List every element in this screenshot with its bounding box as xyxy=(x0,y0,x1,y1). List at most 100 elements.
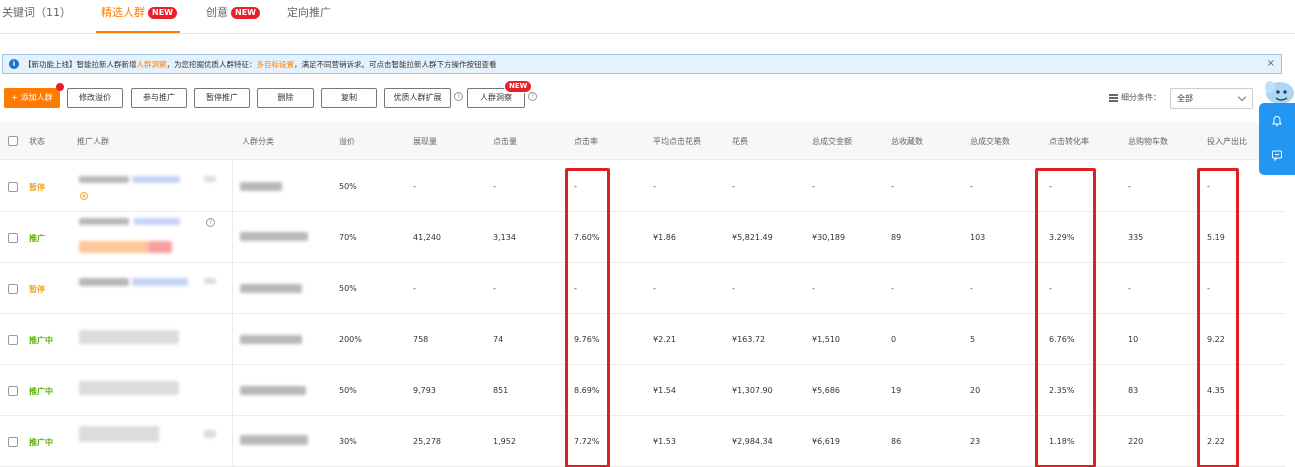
spend-cell: - xyxy=(732,284,735,293)
tab-creative[interactable]: 创意 NEW xyxy=(206,4,260,20)
crowd-name-redacted xyxy=(134,218,180,225)
gmv-cell: - xyxy=(812,182,815,191)
spend-cell: ¥5,821.49 xyxy=(732,233,773,242)
impressions-cell: 9,793 xyxy=(413,386,436,395)
clicks-cell: 851 xyxy=(493,386,509,395)
col-ctr[interactable]: 点击率 xyxy=(574,136,598,147)
chat-icon[interactable] xyxy=(1271,149,1283,161)
cvr-highlight-box xyxy=(1035,168,1096,467)
tab-crowds[interactable]: 精选人群 NEW xyxy=(101,4,177,20)
info-icon: i xyxy=(9,59,19,69)
col-carts[interactable]: 总购物车数 xyxy=(1128,136,1168,147)
orders-cell: - xyxy=(970,284,973,293)
gmv-cell: ¥6,619 xyxy=(812,437,840,446)
row-checkbox[interactable] xyxy=(8,386,18,396)
spend-cell: ¥163.72 xyxy=(732,335,766,344)
tab-creative-label: 创意 xyxy=(206,6,228,19)
crowd-name-redacted xyxy=(132,278,188,286)
col-roi[interactable]: 投入产出比 xyxy=(1207,136,1247,147)
gmv-cell: ¥30,189 xyxy=(812,233,846,242)
spend-cell: ¥2,984.34 xyxy=(732,437,773,446)
col-favorites[interactable]: 总收藏数 xyxy=(891,136,923,147)
add-crowd-button[interactable]: + 添加人群 xyxy=(4,88,60,108)
premium-cell[interactable]: 70% xyxy=(339,233,357,242)
carts-cell: 335 xyxy=(1128,233,1144,242)
row-checkbox[interactable] xyxy=(8,182,18,192)
close-icon[interactable]: × xyxy=(1267,58,1275,69)
carts-cell: 83 xyxy=(1128,386,1139,395)
status-badge: 推广中 xyxy=(29,387,53,396)
premium-cell[interactable]: 50% xyxy=(339,284,357,293)
clicks-cell: - xyxy=(493,182,496,191)
avg-cpc-cell: ¥1.53 xyxy=(653,437,676,446)
category-redacted xyxy=(240,435,308,445)
col-gmv[interactable]: 总成交金额 xyxy=(812,136,852,147)
orders-cell: 20 xyxy=(970,386,981,395)
bell-icon[interactable] xyxy=(1271,115,1283,127)
notice-link-insight[interactable]: 人群洞察 xyxy=(137,60,167,69)
tab-keywords[interactable]: 关键词（11） xyxy=(2,4,71,20)
active-tab-underline xyxy=(96,31,180,33)
crowd-name-redacted xyxy=(79,426,159,442)
row-checkbox[interactable] xyxy=(8,335,18,345)
crowd-name-redacted xyxy=(79,330,179,344)
col-orders[interactable]: 总成交笔数 xyxy=(970,136,1010,147)
notice-link-multi-target[interactable]: 多目标设置 xyxy=(257,60,295,69)
row-checkbox[interactable] xyxy=(8,233,18,243)
delete-button[interactable]: 删除 xyxy=(257,88,314,108)
question-icon[interactable]: ? xyxy=(454,92,463,101)
favorites-cell: 0 xyxy=(891,335,897,344)
col-avg-cpc[interactable]: 平均点击花费 xyxy=(653,136,701,147)
favorites-cell: 89 xyxy=(891,233,902,242)
category-redacted xyxy=(240,386,306,395)
question-icon[interactable]: ? xyxy=(206,218,215,227)
col-impressions[interactable]: 展现量 xyxy=(413,136,437,147)
col-status[interactable]: 状态 xyxy=(29,136,45,147)
row-checkbox[interactable] xyxy=(8,437,18,447)
impressions-cell: 41,240 xyxy=(413,233,441,242)
orders-cell: - xyxy=(970,182,973,191)
row-checkbox[interactable] xyxy=(8,284,18,294)
crowd-name-redacted xyxy=(204,430,216,438)
copy-button[interactable]: 复制 xyxy=(321,88,377,108)
join-promotion-button[interactable]: 参与推广 xyxy=(131,88,187,108)
category-redacted xyxy=(240,232,308,241)
pause-promotion-button[interactable]: 暂停推广 xyxy=(194,88,250,108)
category-redacted xyxy=(240,284,302,293)
status-badge: 暂停 xyxy=(29,183,45,192)
modify-bid-button[interactable]: 修改溢价 xyxy=(67,88,123,108)
tab-targeting[interactable]: 定向推广 xyxy=(287,4,331,20)
quality-expand-button[interactable]: 优质人群扩展 xyxy=(384,88,451,108)
carts-cell: - xyxy=(1128,182,1131,191)
filter-select[interactable]: 全部 xyxy=(1170,88,1253,109)
gmv-cell: - xyxy=(812,284,815,293)
premium-cell[interactable]: 50% xyxy=(339,386,357,395)
side-panel xyxy=(1259,103,1295,175)
premium-cell[interactable]: 50% xyxy=(339,182,357,191)
col-premium[interactable]: 溢价 xyxy=(339,136,355,147)
mascot-icon[interactable] xyxy=(1262,78,1295,106)
status-badge: 推广中 xyxy=(29,336,53,345)
notice-prefix: 【新功能上线】智能拉新人群新增 xyxy=(24,59,137,69)
question-icon[interactable]: ? xyxy=(528,92,537,101)
col-crowd[interactable]: 推广人群 xyxy=(77,136,109,147)
orders-cell: 23 xyxy=(970,437,981,446)
premium-cell[interactable]: 200% xyxy=(339,335,362,344)
col-category[interactable]: 人群分类 xyxy=(242,136,274,147)
gmv-cell: ¥1,510 xyxy=(812,335,840,344)
notice-text: 【新功能上线】智能拉新人群新增人群洞察，为您挖掘优质人群特征：多目标设置，满足不… xyxy=(24,59,497,70)
avg-cpc-cell: ¥1.86 xyxy=(653,233,676,242)
premium-cell[interactable]: 30% xyxy=(339,437,357,446)
carts-cell: 10 xyxy=(1128,335,1139,344)
col-clicks[interactable]: 点击量 xyxy=(493,136,517,147)
category-redacted xyxy=(240,335,302,344)
new-badge: NEW xyxy=(148,7,177,19)
avg-cpc-cell: - xyxy=(653,182,656,191)
select-all-checkbox[interactable] xyxy=(8,136,18,146)
crowd-name-redacted xyxy=(204,278,216,284)
col-spend[interactable]: 花费 xyxy=(732,136,748,147)
clicks-cell: 74 xyxy=(493,335,504,344)
col-cvr[interactable]: 点击转化率 xyxy=(1049,136,1089,147)
crowd-tag-redacted xyxy=(79,241,149,253)
play-icon[interactable] xyxy=(80,192,88,200)
